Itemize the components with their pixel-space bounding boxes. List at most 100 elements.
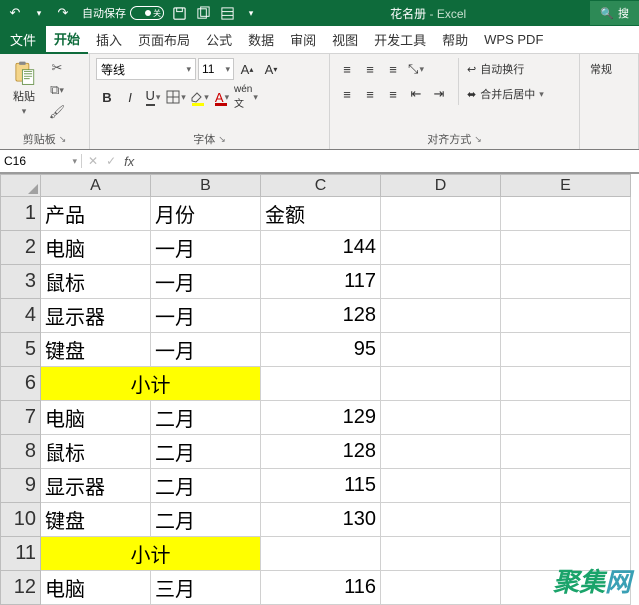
tab-file[interactable]: 文件 <box>0 26 46 54</box>
decrease-font-button[interactable]: A▾ <box>260 58 282 80</box>
cell[interactable] <box>381 503 501 537</box>
cell[interactable]: 115 <box>261 469 381 503</box>
format-painter-button[interactable]: 🖌 <box>46 102 68 122</box>
qat-icon-2[interactable] <box>194 4 212 22</box>
dialog-launcher-icon[interactable]: ↘ <box>59 134 67 145</box>
phonetic-button[interactable]: wén文▾ <box>234 86 258 108</box>
select-all-corner[interactable] <box>1 175 41 197</box>
align-bottom-button[interactable]: ≡ <box>382 58 404 80</box>
dialog-launcher-icon[interactable]: ↘ <box>474 134 482 145</box>
cell[interactable]: 电脑 <box>41 571 151 605</box>
row-header[interactable]: 9 <box>1 469 41 503</box>
cell[interactable] <box>501 231 631 265</box>
fill-color-button[interactable]: ▾ <box>188 86 210 108</box>
row-header[interactable]: 8 <box>1 435 41 469</box>
tab-8[interactable]: 帮助 <box>434 26 476 54</box>
orientation-button[interactable]: ⤡▾ <box>405 58 427 80</box>
cell[interactable]: 鼠标 <box>41 265 151 299</box>
cell[interactable]: 二月 <box>151 469 261 503</box>
row-header[interactable]: 3 <box>1 265 41 299</box>
font-color-button[interactable]: A▾ <box>211 86 233 108</box>
cell[interactable] <box>501 333 631 367</box>
cell[interactable]: 小计 <box>41 367 261 401</box>
col-header-C[interactable]: C <box>261 175 381 197</box>
col-header-B[interactable]: B <box>151 175 261 197</box>
underline-button[interactable]: U▾ <box>142 86 164 108</box>
cell[interactable]: 显示器 <box>41 469 151 503</box>
cell[interactable] <box>381 537 501 571</box>
enter-icon[interactable]: ✓ <box>106 154 116 168</box>
cell[interactable]: 电脑 <box>41 231 151 265</box>
cell[interactable] <box>501 469 631 503</box>
search-box[interactable]: 🔍 搜 <box>590 1 639 25</box>
cell[interactable] <box>381 401 501 435</box>
cell[interactable]: 130 <box>261 503 381 537</box>
decrease-indent-button[interactable]: ⇤ <box>405 83 427 105</box>
cell[interactable]: 二月 <box>151 435 261 469</box>
cell[interactable]: 鼠标 <box>41 435 151 469</box>
bold-button[interactable]: B <box>96 86 118 108</box>
cell[interactable]: 电脑 <box>41 401 151 435</box>
row-header[interactable]: 11 <box>1 537 41 571</box>
cell[interactable]: 129 <box>261 401 381 435</box>
increase-font-button[interactable]: A▴ <box>236 58 258 80</box>
tab-0[interactable]: 开始 <box>46 26 88 54</box>
cancel-icon[interactable]: ✕ <box>88 154 98 168</box>
cell[interactable]: 95 <box>261 333 381 367</box>
align-right-button[interactable]: ≡ <box>382 83 404 105</box>
row-header[interactable]: 12 <box>1 571 41 605</box>
font-size-select[interactable]: 11▾ <box>198 58 234 80</box>
number-format-select[interactable]: 常规 <box>586 58 616 80</box>
italic-button[interactable]: I <box>119 86 141 108</box>
paste-button[interactable]: 粘贴 ▾ <box>6 58 42 119</box>
undo-button[interactable]: ↶ <box>6 4 24 22</box>
cell[interactable] <box>381 571 501 605</box>
formula-input[interactable] <box>140 150 639 172</box>
cell[interactable]: 显示器 <box>41 299 151 333</box>
font-name-select[interactable]: 等线▾ <box>96 58 196 80</box>
row-header[interactable]: 2 <box>1 231 41 265</box>
qat-icon-3[interactable] <box>218 4 236 22</box>
cell[interactable]: 144 <box>261 231 381 265</box>
qat-customize[interactable]: ▾ <box>242 4 260 22</box>
cell[interactable]: 键盘 <box>41 333 151 367</box>
name-box[interactable]: C16▾ <box>0 154 82 168</box>
cell[interactable]: 一月 <box>151 333 261 367</box>
autosave-toggle[interactable]: 自动保存 关 <box>82 5 164 21</box>
tab-4[interactable]: 数据 <box>240 26 282 54</box>
col-header-D[interactable]: D <box>381 175 501 197</box>
cell[interactable] <box>501 503 631 537</box>
save-icon[interactable] <box>170 4 188 22</box>
cell[interactable] <box>261 537 381 571</box>
cell[interactable] <box>261 367 381 401</box>
cell[interactable]: 128 <box>261 299 381 333</box>
cell[interactable] <box>381 469 501 503</box>
cell[interactable]: 金额 <box>261 197 381 231</box>
row-header[interactable]: 1 <box>1 197 41 231</box>
row-header[interactable]: 10 <box>1 503 41 537</box>
tab-9[interactable]: WPS PDF <box>476 26 551 54</box>
cell[interactable]: 二月 <box>151 503 261 537</box>
cell[interactable]: 117 <box>261 265 381 299</box>
cell[interactable]: 小计 <box>41 537 261 571</box>
cell[interactable]: 二月 <box>151 401 261 435</box>
col-header-A[interactable]: A <box>41 175 151 197</box>
tab-7[interactable]: 开发工具 <box>366 26 434 54</box>
row-header[interactable]: 4 <box>1 299 41 333</box>
cell[interactable] <box>381 333 501 367</box>
fx-icon[interactable]: fx <box>124 154 134 169</box>
cell[interactable]: 一月 <box>151 231 261 265</box>
align-top-button[interactable]: ≡ <box>336 58 358 80</box>
cell[interactable] <box>381 435 501 469</box>
cell[interactable] <box>381 197 501 231</box>
border-button[interactable]: ▾ <box>165 86 187 108</box>
increase-indent-button[interactable]: ⇥ <box>428 83 450 105</box>
cut-button[interactable]: ✂ <box>46 58 68 78</box>
cell[interactable] <box>381 265 501 299</box>
cell[interactable]: 键盘 <box>41 503 151 537</box>
row-header[interactable]: 6 <box>1 367 41 401</box>
row-header[interactable]: 5 <box>1 333 41 367</box>
cell[interactable] <box>501 299 631 333</box>
wrap-text-button[interactable]: ↩自动换行 <box>463 58 548 80</box>
col-header-E[interactable]: E <box>501 175 631 197</box>
